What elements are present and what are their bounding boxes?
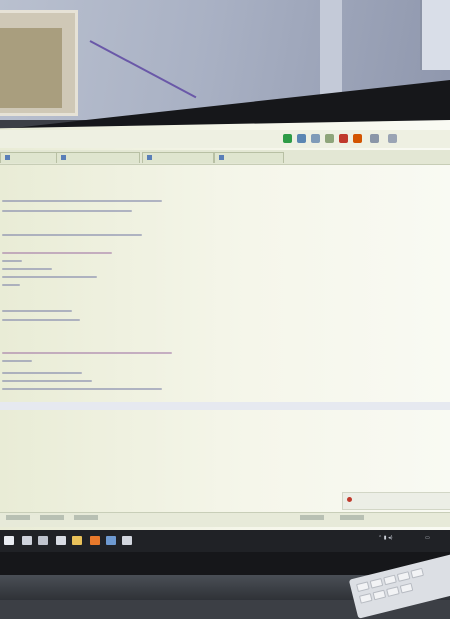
build-icon[interactable]	[311, 134, 320, 143]
code-line	[2, 210, 132, 212]
editor-console-divider	[0, 402, 450, 410]
ide-status-bar	[0, 512, 450, 527]
editor-tab[interactable]	[214, 152, 284, 163]
key	[358, 593, 373, 604]
code-line	[2, 252, 112, 254]
code-line	[2, 284, 20, 286]
key	[369, 577, 384, 589]
key	[356, 581, 370, 593]
folder-icon[interactable]	[72, 536, 82, 545]
settings-icon[interactable]	[370, 134, 379, 143]
status-item	[300, 515, 324, 520]
key	[399, 582, 414, 594]
key	[383, 574, 397, 586]
start-icon[interactable]	[4, 536, 14, 545]
tray-area[interactable]: ⌃ ▮ ◂)	[378, 535, 393, 541]
wall-pillar	[320, 0, 342, 95]
door-panel	[0, 28, 62, 108]
error-icon	[347, 497, 352, 502]
code-line	[2, 319, 80, 321]
status-item	[340, 515, 364, 520]
search-icon[interactable]	[388, 134, 397, 143]
java-file-icon	[147, 155, 152, 160]
refresh-icon[interactable]	[325, 134, 334, 143]
status-item	[40, 515, 64, 520]
code-line	[2, 380, 92, 382]
ide-toolbar	[0, 130, 450, 148]
clock-icon[interactable]: ▭	[425, 535, 430, 541]
browser-icon[interactable]	[56, 536, 66, 545]
code-line	[2, 360, 32, 362]
java-file-icon	[5, 155, 10, 160]
editor-tab[interactable]	[142, 152, 214, 163]
java-file-icon	[61, 155, 66, 160]
mail-icon[interactable]	[106, 536, 116, 545]
record-icon[interactable]	[353, 134, 362, 143]
os-taskbar	[0, 530, 450, 552]
editor-tab[interactable]	[56, 152, 140, 163]
code-line	[2, 200, 162, 202]
key	[372, 589, 387, 601]
java-file-icon	[219, 155, 224, 160]
code-line	[2, 268, 52, 270]
editor-tab[interactable]	[0, 152, 58, 163]
wall-poster	[420, 0, 450, 70]
key	[396, 571, 411, 582]
code-line	[2, 234, 142, 236]
status-item	[6, 515, 30, 520]
stop-icon[interactable]	[339, 134, 348, 143]
run-icon[interactable]	[283, 134, 292, 143]
key	[386, 586, 400, 597]
notification-popup[interactable]	[342, 492, 450, 510]
store-icon[interactable]	[122, 536, 132, 545]
status-item	[74, 515, 98, 520]
code-line	[2, 352, 172, 354]
code-line	[2, 310, 72, 312]
debug-icon[interactable]	[297, 134, 306, 143]
code-line	[2, 260, 22, 262]
code-line	[2, 372, 82, 374]
key	[410, 567, 424, 579]
monitor-screen	[0, 120, 450, 530]
code-line	[2, 388, 162, 390]
ide-icon[interactable]	[90, 536, 100, 545]
task-view-icon[interactable]	[38, 536, 48, 545]
search-icon[interactable]	[22, 536, 32, 545]
code-line	[2, 276, 97, 278]
